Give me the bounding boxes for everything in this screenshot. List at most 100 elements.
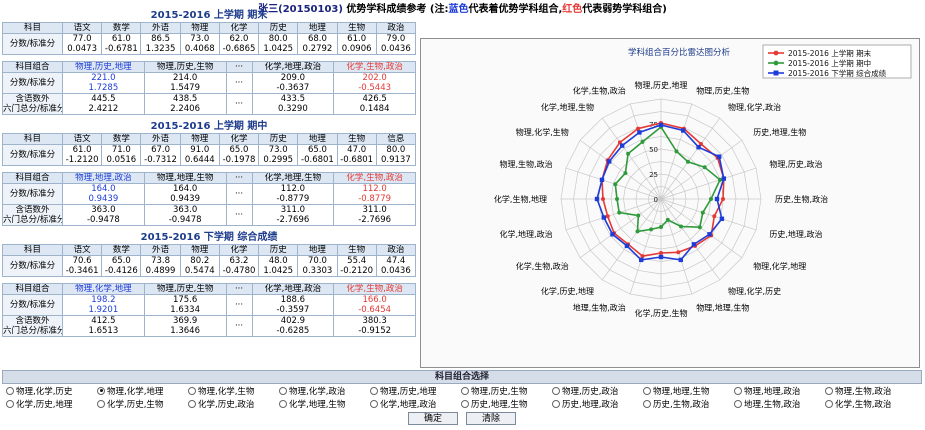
subject-std-score: 0.3303: [302, 266, 333, 276]
combo-option[interactable]: 历史,地理,生物: [461, 398, 552, 410]
radar-point: [696, 145, 701, 150]
legend-entry: 2015-2016 上学期 期中: [788, 58, 871, 68]
radio-button[interactable]: [279, 386, 287, 395]
combo-option[interactable]: 物理,化学,地理: [97, 385, 188, 397]
subject-std-score: -0.6801: [301, 155, 334, 165]
radio-button[interactable]: [97, 386, 105, 395]
subject-std-score: 0.0436: [381, 266, 411, 276]
subject-std-score: -0.1978: [222, 155, 256, 165]
radio-button[interactable]: [188, 386, 196, 395]
combo-score: 166.0: [362, 295, 387, 306]
subject-score-cell: 70.6 -0.3461: [61, 255, 103, 277]
chart-title: 学科组合百分比雷达图分析: [628, 47, 731, 58]
subject-score-cell: 73.8 0.4899: [140, 255, 181, 277]
combo-option[interactable]: 历史,生物,政治: [643, 398, 734, 410]
radio-button[interactable]: [825, 399, 833, 408]
subject-score-cell: 73.0 0.4068: [179, 33, 220, 55]
radar-category-label: 历史,地理,生物: [753, 127, 806, 137]
combo-option[interactable]: 物理,地理,政治: [734, 385, 825, 397]
subject-score-cell: 65.0 -0.4126: [101, 255, 142, 277]
radio-button[interactable]: [552, 399, 560, 408]
app-window: 张三(20150103) 优势学科成绩参考 (注:蓝色代表着优势学科组合,红色代…: [0, 0, 925, 430]
subject-name: 化学: [218, 22, 260, 34]
total-score-cell: 380.3 -0.9152: [333, 315, 416, 337]
combo-std-score: 1.5479: [170, 83, 200, 93]
radio-button[interactable]: [370, 399, 378, 408]
radio-button[interactable]: [643, 386, 651, 395]
combo-score-table: 科目组合 物理,化学,地理 物理,历史,生物 ··· 化学,地理,政治 化学,生物,政治分…: [2, 283, 416, 337]
radar-point: [686, 159, 690, 164]
combo-std-score: 1.6334: [170, 305, 200, 315]
radio-button[interactable]: [188, 399, 196, 408]
radio-button[interactable]: [552, 386, 560, 395]
subject-name: 生物: [336, 244, 377, 256]
combo-option[interactable]: 地理,生物,政治: [734, 398, 825, 410]
radio-button[interactable]: [6, 386, 14, 395]
combo-score-cell: 209.0 -0.3637: [251, 72, 335, 94]
combo-option[interactable]: 化学,地理,生物: [279, 398, 370, 410]
subject-name: 外语: [140, 22, 181, 34]
radar-point: [626, 151, 631, 156]
subject-score: 86.5: [151, 34, 171, 45]
combo-option[interactable]: 物理,历史,地理: [370, 385, 461, 397]
ellipsis: ···: [225, 72, 253, 94]
radio-button[interactable]: [643, 399, 651, 408]
combo-option[interactable]: 化学,地理,政治: [370, 398, 461, 410]
total-score: 369.9: [172, 316, 198, 327]
combo-option[interactable]: 化学,历史,地理: [6, 398, 97, 410]
subject-name: 政治: [375, 22, 417, 34]
combo-option[interactable]: 物理,化学,政治: [279, 385, 370, 397]
combo-option[interactable]: 化学,历史,政治: [188, 398, 279, 410]
combo-option[interactable]: 化学,生物,政治: [825, 398, 916, 410]
subject-score-cell: 65.0 -0.1978: [218, 144, 260, 166]
subject-name: 化学: [218, 133, 260, 145]
radio-button[interactable]: [97, 399, 105, 408]
radar-spoke: [629, 198, 662, 295]
combo-option[interactable]: 物理,化学,生物: [188, 385, 279, 397]
radio-button[interactable]: [6, 399, 14, 408]
radar-spoke: [565, 198, 662, 231]
radar-tick-label: 0: [654, 196, 658, 204]
total-std-score: 0.1484: [359, 104, 390, 114]
legend-swatch-marker: [773, 60, 779, 66]
radio-button[interactable]: [825, 386, 833, 395]
radio-button[interactable]: [370, 386, 378, 395]
confirm-button[interactable]: 确定: [408, 412, 458, 425]
combo-score-cell: 112.0 -0.8779: [251, 183, 335, 205]
combo-score: 214.0: [172, 73, 198, 84]
subject-name: 政治: [375, 244, 417, 256]
legend-swatch-marker: [773, 50, 779, 56]
combo-option[interactable]: 历史,地理,政治: [552, 398, 643, 410]
subject-name: 历史: [258, 133, 299, 145]
subject-name: 数学: [101, 133, 142, 145]
radar-point: [623, 171, 628, 176]
radio-button[interactable]: [461, 399, 469, 408]
clear-button[interactable]: 清除: [466, 412, 516, 425]
total-score-cell: 363.0 -0.9478: [143, 204, 227, 226]
combo-std-score: -0.8779: [276, 194, 310, 204]
combo-option[interactable]: 化学,历史,生物: [97, 398, 188, 410]
radio-button[interactable]: [734, 386, 742, 395]
total-score: 363.0: [91, 205, 116, 216]
score-label: 分数/标准分: [2, 294, 63, 316]
subject-score-cell: 80.0 1.0425: [258, 33, 299, 55]
combo-option[interactable]: 物理,历史,生物: [461, 385, 552, 397]
combo-option-label: 物理,生物,政治: [835, 386, 892, 397]
radar-tick-label: 50: [649, 146, 658, 154]
radio-button[interactable]: [461, 386, 469, 395]
combo-option[interactable]: 物理,地理,生物: [643, 385, 734, 397]
combo-option[interactable]: 物理,历史,政治: [552, 385, 643, 397]
radio-button[interactable]: [279, 399, 287, 408]
radar-point: [721, 176, 726, 181]
subject-score-cell: 86.5 1.3235: [140, 33, 181, 55]
combo-option[interactable]: 物理,生物,政治: [825, 385, 916, 397]
radar-point: [607, 159, 612, 164]
total-score: 426.5: [362, 94, 387, 105]
combo-option[interactable]: 物理,化学,历史: [6, 385, 97, 397]
subject-std-score: -0.6865: [222, 44, 256, 54]
combo-std-score: -0.3637: [276, 83, 310, 93]
combo-option-label: 地理,生物,政治: [744, 399, 801, 410]
radio-button[interactable]: [734, 399, 742, 408]
subject-score: 62.0: [229, 34, 249, 45]
combo-name: 化学,地理,政治: [251, 61, 335, 73]
